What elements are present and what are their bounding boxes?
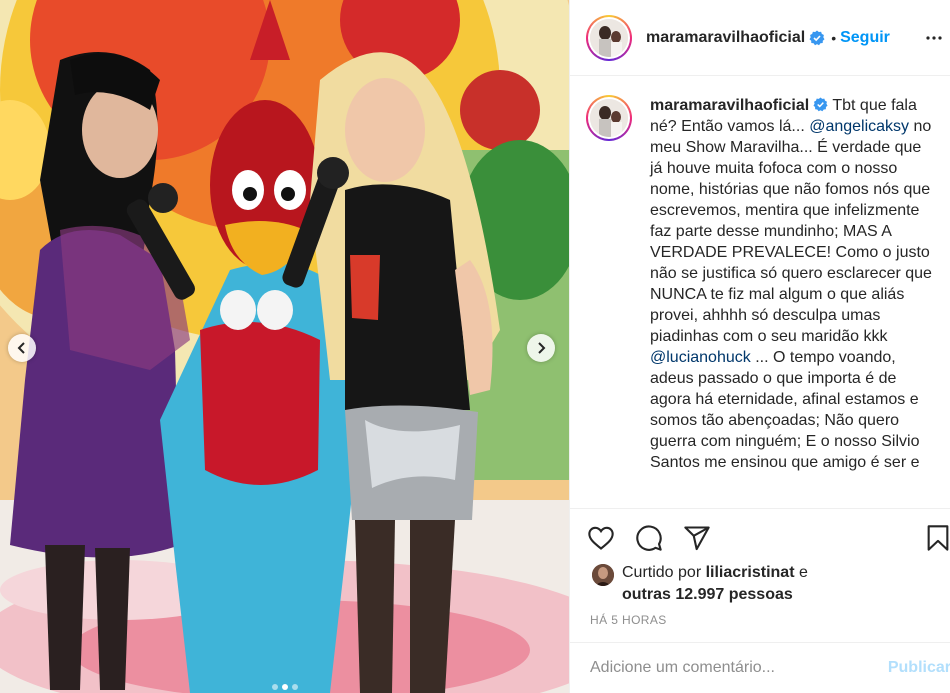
- share-icon: [684, 525, 710, 550]
- avatar-image: [590, 99, 628, 137]
- more-options-icon[interactable]: [922, 26, 946, 50]
- chevron-right-icon: [538, 342, 546, 354]
- likes-prefix: Curtido por: [622, 564, 706, 581]
- liker-username[interactable]: liliacristinat: [706, 564, 795, 581]
- publish-button[interactable]: Publicar: [888, 659, 950, 677]
- carousel-dot: [281, 684, 288, 690]
- post-timestamp[interactable]: HÁ 5 HORAS: [590, 613, 667, 627]
- carousel-indicators: [0, 684, 569, 690]
- caption-username[interactable]: maramaravilhaoficial: [650, 97, 809, 114]
- caption-text: maramaravilhaoficial Tbt que fala né? En…: [650, 95, 935, 508]
- caption-section: maramaravilhaoficial Tbt que fala né? En…: [570, 77, 950, 508]
- chevron-left-icon: [17, 342, 25, 354]
- heart-icon: [588, 526, 614, 550]
- likes-middle: e: [794, 564, 808, 581]
- comment-button[interactable]: [632, 521, 666, 555]
- likes-count-link[interactable]: outras 12.997 pessoas: [622, 586, 793, 603]
- share-button[interactable]: [680, 521, 714, 555]
- post-detail-panel: maramaravilhaoficial • Seguir maramaravi…: [569, 0, 950, 693]
- likes-summary: Curtido por liliacristinat e outras 12.9…: [592, 562, 942, 606]
- follow-button[interactable]: Seguir: [840, 29, 890, 47]
- caption-part-2: no meu Show Maravilha... É verdade que j…: [650, 118, 932, 345]
- liker-avatar[interactable]: [592, 564, 614, 586]
- mention-link[interactable]: @angelicaksy: [809, 118, 909, 135]
- verified-badge-icon: [813, 97, 828, 112]
- header-separator: •: [831, 29, 837, 46]
- action-bar: [570, 508, 950, 566]
- post-header: maramaravilhaoficial • Seguir: [570, 0, 950, 76]
- author-username[interactable]: maramaravilhaoficial: [646, 29, 805, 47]
- comment-form: Publicar: [570, 642, 950, 693]
- caption-part-3: ... O tempo voando, adeus passado o que …: [650, 349, 920, 471]
- photo-scene: [0, 0, 569, 693]
- author-avatar[interactable]: [586, 14, 632, 61]
- bookmark-icon: [927, 525, 949, 551]
- carousel-next-button[interactable]: [527, 334, 555, 362]
- save-button[interactable]: [921, 521, 950, 555]
- post-photo[interactable]: [0, 0, 569, 693]
- carousel-dot: [291, 684, 298, 690]
- mention-link[interactable]: @lucianohuck: [650, 349, 751, 366]
- comment-icon: [636, 524, 662, 551]
- caption-author-avatar[interactable]: [586, 95, 632, 141]
- carousel-prev-button[interactable]: [8, 334, 36, 362]
- verified-badge-icon: [809, 30, 825, 45]
- comment-input[interactable]: [590, 659, 880, 677]
- like-button[interactable]: [584, 521, 618, 555]
- avatar-image: [590, 18, 628, 57]
- avatar-image: [592, 564, 614, 586]
- carousel-dot: [271, 684, 278, 690]
